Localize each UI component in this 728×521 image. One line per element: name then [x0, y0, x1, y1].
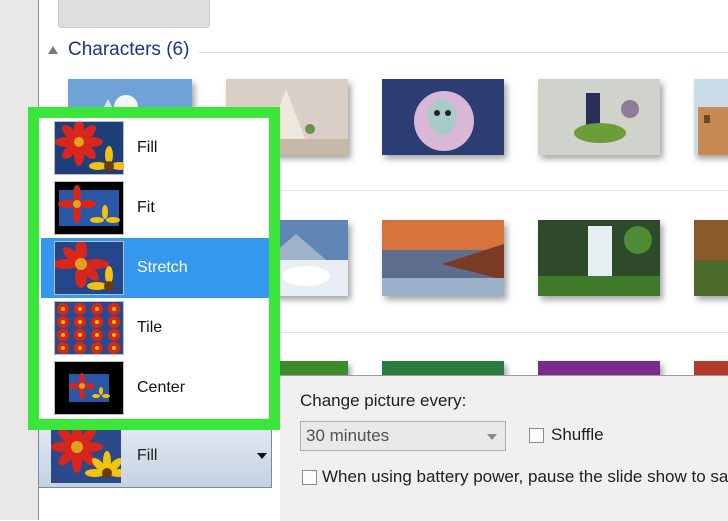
row-divider [280, 190, 728, 191]
wallpaper-thumbnail[interactable] [538, 361, 660, 375]
wallpaper-thumbnail[interactable] [382, 220, 504, 296]
previous-group-tile[interactable] [58, 0, 210, 28]
fill-mode-icon [54, 121, 124, 175]
menu-option-stretch[interactable]: Stretch [41, 238, 269, 298]
tile-mode-icon [54, 301, 124, 355]
battery-checkbox[interactable] [302, 470, 317, 485]
wallpaper-thumbnail[interactable] [694, 220, 728, 296]
interval-value: 30 minutes [306, 426, 390, 445]
stretch-mode-icon [54, 241, 124, 295]
battery-label: When using battery power, pause the slid… [322, 467, 728, 486]
menu-option-label: Tile [137, 319, 163, 336]
wallpaper-thumbnail[interactable] [538, 79, 660, 155]
wallpaper-thumbnail[interactable] [694, 361, 728, 375]
menu-option-fill[interactable]: Fill [41, 118, 269, 178]
shuffle-checkbox[interactable] [529, 428, 544, 443]
collapse-triangle-icon[interactable] [48, 46, 58, 54]
wallpaper-thumbnail[interactable] [538, 220, 660, 296]
change-picture-label: Change picture every: [300, 391, 467, 410]
menu-option-tile[interactable]: Tile [41, 298, 269, 358]
highlight-callout-frame: Fill Fit Stretch Tile Center [28, 107, 280, 430]
menu-option-center[interactable]: Center [41, 358, 269, 418]
wallpaper-thumbnail[interactable] [694, 79, 728, 155]
picture-position-value: Fill [137, 447, 158, 464]
picture-position-dropdown[interactable]: Fill [38, 420, 272, 488]
chevron-down-icon [257, 453, 267, 459]
menu-option-label: Fit [137, 199, 155, 216]
center-mode-icon [54, 361, 124, 415]
shuffle-label: Shuffle [551, 425, 604, 444]
menu-option-label: Stretch [137, 259, 188, 276]
menu-option-label: Fill [137, 139, 158, 156]
menu-option-label: Center [137, 379, 186, 396]
group-divider [199, 51, 728, 53]
dropdown-arrow-icon [487, 434, 497, 440]
group-header[interactable]: Characters (6) [48, 36, 728, 64]
wallpaper-thumbnail[interactable] [382, 361, 504, 375]
fit-mode-icon [54, 181, 124, 235]
wallpaper-thumbnail[interactable] [382, 79, 504, 155]
group-title: Characters (6) [68, 39, 190, 60]
picture-position-menu: Fill Fit Stretch Tile Center [39, 118, 269, 419]
row-divider [280, 332, 728, 333]
flower-thumbnail-icon [51, 425, 121, 483]
interval-dropdown[interactable]: 30 minutes [300, 421, 506, 451]
menu-option-fit[interactable]: Fit [41, 178, 269, 238]
